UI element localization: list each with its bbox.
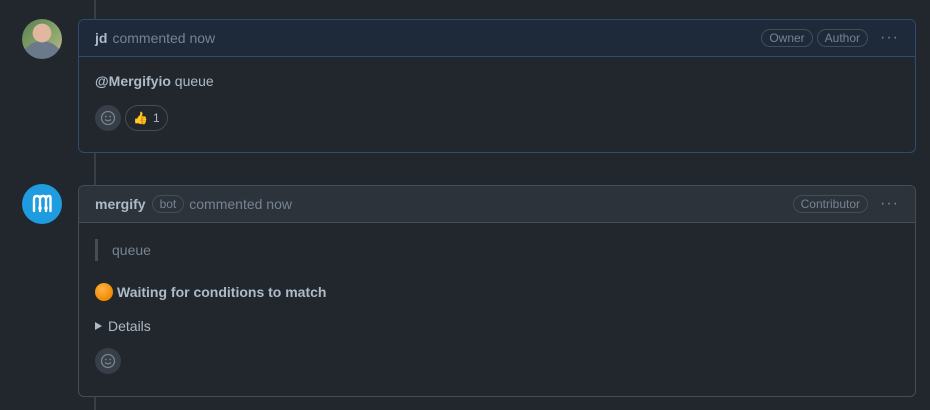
author-name[interactable]: mergify: [95, 196, 146, 212]
comment-text: @Mergifyio queue: [95, 73, 899, 89]
details-label: Details: [108, 318, 151, 334]
reactions-bar: [95, 348, 899, 374]
author-badge: Author: [816, 29, 869, 47]
status-text: Waiting for conditions to match: [117, 284, 327, 300]
status-line: Waiting for conditions to match: [95, 283, 899, 301]
avatar[interactable]: [22, 19, 62, 59]
owner-badge: Owner: [761, 29, 813, 47]
reactions-bar: 👍 1: [95, 105, 899, 131]
more-options-icon[interactable]: ···: [880, 29, 899, 47]
comment-mergify: mergify bot commented now Contributor ··…: [78, 185, 916, 397]
comment-command: queue: [170, 73, 214, 89]
mergify-avatar[interactable]: [22, 184, 62, 224]
smiley-icon: [100, 353, 116, 369]
mergify-logo-icon: [32, 194, 52, 213]
reaction-count: 1: [152, 111, 160, 125]
disclosure-triangle-icon: [95, 322, 102, 330]
comment-header: jd commented now Owner Author ···: [79, 20, 915, 57]
details-toggle[interactable]: Details: [95, 318, 899, 334]
add-reaction-button[interactable]: [95, 105, 121, 131]
comment-header: mergify bot commented now Contributor ··…: [79, 186, 915, 223]
smiley-icon: [100, 110, 116, 126]
comment-body: @Mergifyio queue 👍 1: [79, 57, 915, 131]
thumbs-up-icon: 👍: [133, 111, 148, 125]
comment-meta[interactable]: commented now: [189, 196, 292, 212]
comment-meta[interactable]: commented now: [112, 30, 215, 46]
add-reaction-button[interactable]: [95, 348, 121, 374]
mention-link[interactable]: @Mergifyio: [95, 73, 171, 89]
comment-body: queue Waiting for conditions to match De…: [79, 223, 915, 374]
thumbs-up-reaction[interactable]: 👍 1: [125, 105, 168, 131]
comment-jd: jd commented now Owner Author ··· @Mergi…: [78, 19, 916, 153]
quoted-command: queue: [95, 239, 899, 261]
author-name[interactable]: jd: [95, 30, 107, 46]
contributor-badge: Contributor: [792, 195, 869, 213]
bot-badge: bot: [151, 195, 185, 213]
more-options-icon[interactable]: ···: [880, 195, 899, 213]
orange-circle-icon: [95, 283, 113, 301]
